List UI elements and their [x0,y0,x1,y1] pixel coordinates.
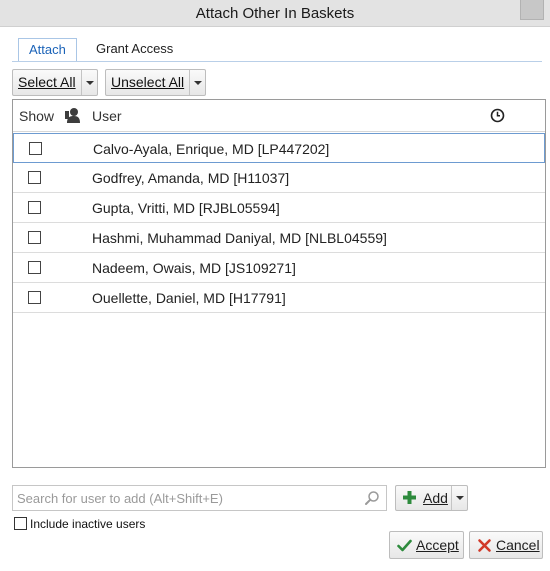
window-title: Attach Other In Baskets [195,5,355,22]
add-button[interactable]: Add [396,486,451,510]
user-row[interactable]: Calvo-Ayala, Enrique, MD [LP447202] [13,133,545,163]
user-search-box [12,485,387,511]
clock-icon [490,108,505,123]
user-name: Nadeem, Owais, MD [JS109271] [92,260,296,276]
unselect-all-label: Unselect All [111,74,185,90]
select-all-split-button: Select All [12,69,98,96]
user-row[interactable]: Nadeem, Owais, MD [JS109271] [13,253,545,283]
user-row[interactable]: Hashmi, Muhammad Daniyal, MD [NLBL04559] [13,223,545,253]
unselect-all-dropdown-arrow[interactable] [189,70,205,95]
user-name: Ouellette, Daniel, MD [H17791] [92,290,286,306]
add-label: Add [423,490,448,506]
show-checkbox[interactable] [28,291,41,304]
accept-button[interactable]: Accept [389,531,464,559]
user-name: Calvo-Ayala, Enrique, MD [LP447202] [93,141,330,157]
cancel-button[interactable]: Cancel [469,531,543,559]
user-name: Hashmi, Muhammad Daniyal, MD [NLBL04559] [92,230,387,246]
users-grid: Show User Calvo-Ayala, Enrique, MD [LP44… [12,99,546,468]
select-all-button[interactable]: Select All [13,70,81,95]
include-inactive-label[interactable]: Include inactive users [30,517,145,531]
user-row[interactable]: Gupta, Vritti, MD [RJBL05594] [13,193,545,223]
show-checkbox[interactable] [28,201,41,214]
tab-attach[interactable]: Attach [18,38,77,62]
unselect-all-button[interactable]: Unselect All [106,70,189,95]
user-search-input[interactable] [13,486,353,510]
unselect-all-split-button: Unselect All [105,69,207,96]
select-all-label: Select All [18,74,76,90]
tab-strip: Attach Grant Access [12,38,542,62]
grid-header: Show User [13,100,545,132]
cancel-label: Cancel [496,537,540,553]
show-checkbox[interactable] [28,261,41,274]
column-header-show[interactable]: Show [19,108,54,124]
show-checkbox[interactable] [29,142,42,155]
search-icon[interactable] [364,490,380,506]
close-button[interactable] [520,0,544,20]
checkmark-icon [397,539,412,552]
user-row[interactable]: Ouellette, Daniel, MD [H17791] [13,283,545,313]
tab-grant-access[interactable]: Grant Access [86,38,183,62]
user-name: Gupta, Vritti, MD [RJBL05594] [92,200,280,216]
tab-divider [12,61,542,62]
plus-icon [403,491,416,504]
accept-label: Accept [416,537,459,553]
cancel-x-icon [478,539,491,552]
add-dropdown-arrow[interactable] [451,486,467,510]
show-checkbox[interactable] [28,231,41,244]
grid-rows: Calvo-Ayala, Enrique, MD [LP447202] Godf… [13,133,545,313]
add-split-button: Add [395,485,468,511]
include-inactive-checkbox[interactable] [14,517,27,530]
person-icon [65,108,80,123]
show-checkbox[interactable] [28,171,41,184]
user-name: Godfrey, Amanda, MD [H11037] [92,170,290,186]
select-all-dropdown-arrow[interactable] [80,70,97,95]
column-header-user[interactable]: User [92,108,122,124]
user-row[interactable]: Godfrey, Amanda, MD [H11037] [13,163,545,193]
title-bar: Attach Other In Baskets [0,0,550,27]
